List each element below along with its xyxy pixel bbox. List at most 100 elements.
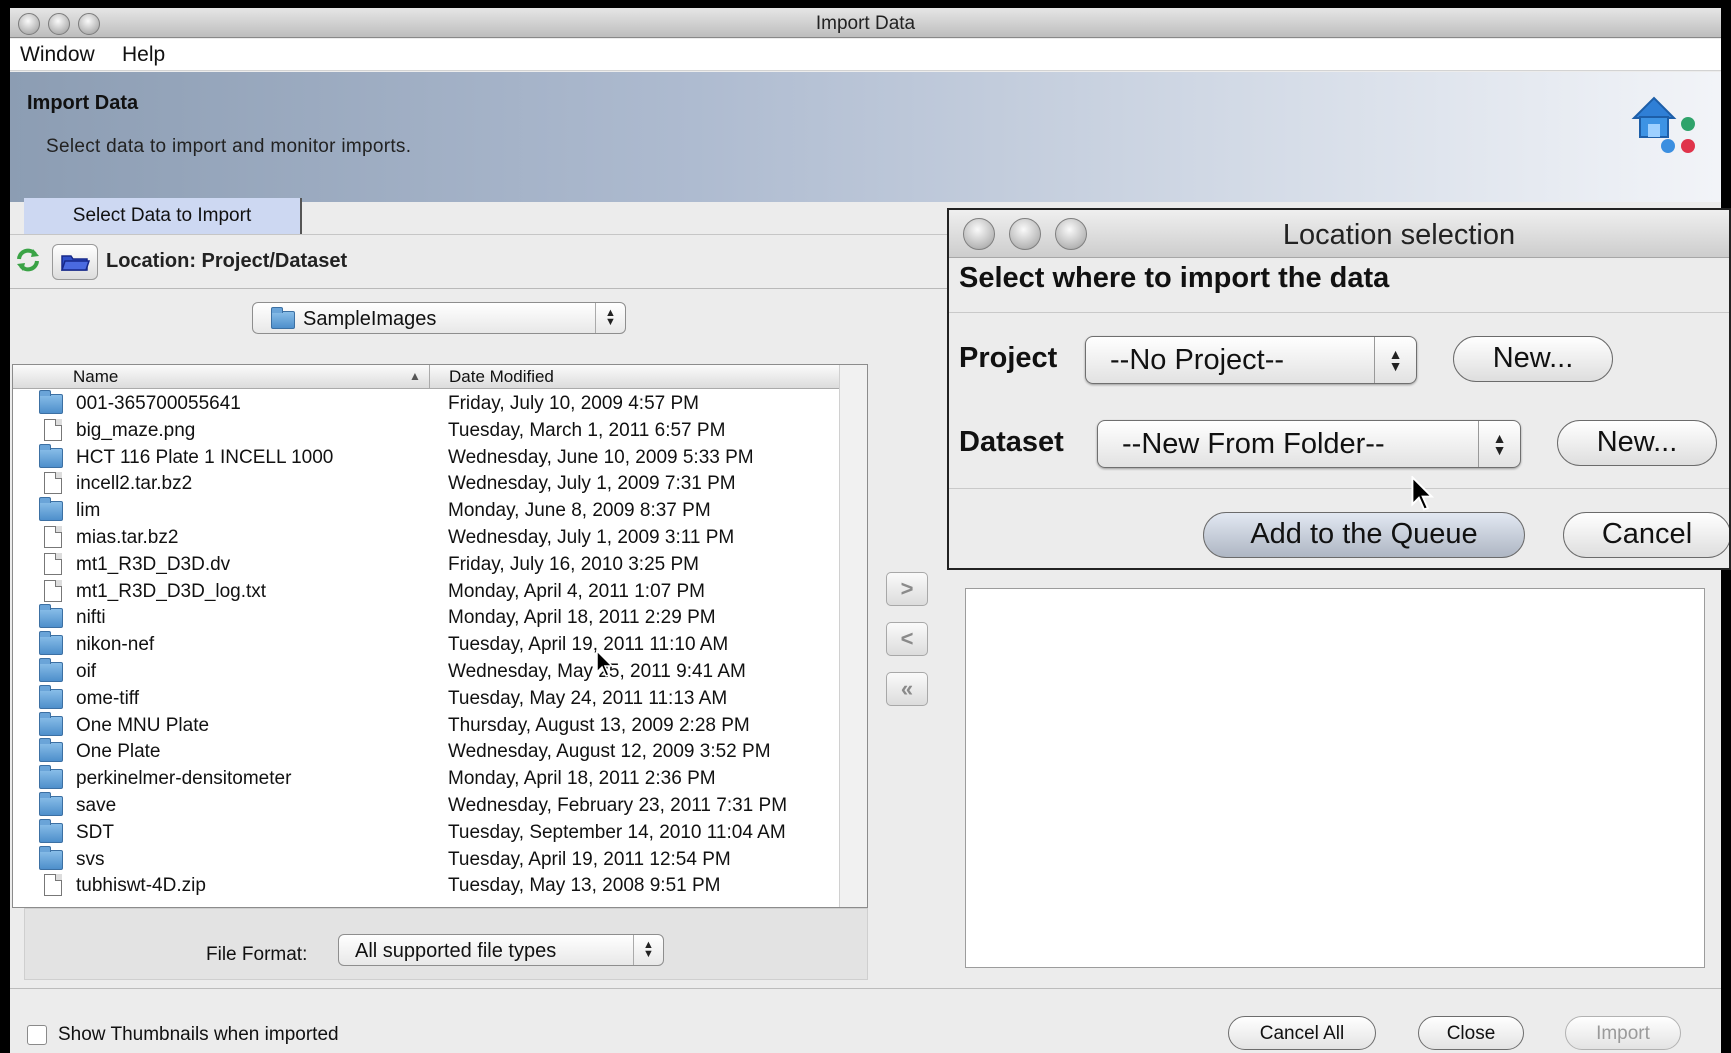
dialog-cancel-button[interactable]: Cancel: [1563, 512, 1729, 558]
file-date-modified: Thursday, August 13, 2009 2:28 PM: [448, 714, 750, 736]
file-icon: [44, 526, 62, 548]
banner-description: Select data to import and monitor import…: [46, 136, 412, 157]
table-row[interactable]: One MNU Plate Thursday, August 13, 2009 2…: [13, 711, 839, 739]
file-date-modified: Tuesday, September 14, 2010 11:04 AM: [448, 821, 786, 843]
new-project-button[interactable]: New...: [1453, 336, 1613, 382]
remove-all-arrow-button[interactable]: «: [886, 672, 928, 706]
file-name: oif: [76, 661, 97, 682]
folder-icon: [39, 765, 63, 790]
table-row[interactable]: nifti Monday, April 18, 2011 2:29 PM: [13, 604, 839, 631]
file-date-modified: Monday, April 18, 2011 2:29 PM: [448, 607, 716, 629]
image-file-icon: [44, 552, 62, 575]
location-selection-dialog: Location selection Select where to impor…: [947, 208, 1731, 570]
tab-select-data[interactable]: Select Data to Import: [24, 198, 302, 234]
file-name: One Plate: [76, 741, 161, 763]
dialog-divider-bottom: [949, 488, 1729, 489]
chevron-right-icon: >: [900, 576, 914, 601]
table-row[interactable]: big_maze.png Tuesday, March 1, 2011 6:57 …: [13, 417, 839, 444]
bottom-divider: [10, 988, 1721, 989]
cancel-all-button[interactable]: Cancel All: [1228, 1016, 1376, 1050]
file-name: perkinelmer-densitometer: [76, 768, 292, 790]
file-name: big_maze.png: [76, 419, 196, 441]
menu-help[interactable]: Help: [122, 43, 165, 67]
folder-select[interactable]: SampleImages ▲ ▼: [252, 302, 626, 334]
remove-from-queue-arrow-button[interactable]: <: [886, 622, 928, 656]
show-thumbnails-checkbox[interactable]: [27, 1025, 47, 1045]
table-row[interactable]: HCT 116 Plate 1 INCELL 1000 Wednesday, Ju…: [13, 443, 839, 471]
table-row[interactable]: One Plate Wednesday, August 12, 2009 3:52…: [13, 738, 839, 765]
table-row[interactable]: ome-tiff Tuesday, May 24, 2011 11:13 AM: [13, 684, 839, 712]
file-date-modified: Tuesday, April 19, 2011 12:54 PM: [448, 848, 731, 870]
dataset-select[interactable]: --New From Folder-- ▲ ▼: [1097, 420, 1521, 468]
double-chevron-left-icon: «: [900, 676, 914, 701]
table-row[interactable]: nikon-nef Tuesday, April 19, 2011 11:10 A…: [13, 631, 839, 658]
chevron-updown-icon: ▲ ▼: [1374, 337, 1416, 383]
table-row[interactable]: mias.tar.bz2 Wednesday, July 1, 2009 3:11…: [13, 524, 839, 551]
file-date-modified: Wednesday, June 10, 2009 5:33 PM: [448, 446, 754, 468]
dialog-heading: Select where to import the data: [959, 262, 1390, 294]
menu-bar: Window Help: [10, 39, 1721, 71]
project-select[interactable]: --No Project-- ▲ ▼: [1085, 336, 1417, 384]
chevron-updown-icon: ▲ ▼: [633, 935, 663, 965]
file-name: nifti: [76, 607, 106, 629]
column-header-name[interactable]: Name: [73, 367, 118, 387]
file-date-modified: Friday, July 16, 2010 3:25 PM: [448, 553, 699, 575]
project-select-value: --No Project--: [1110, 344, 1285, 376]
dataset-select-value: --New From Folder--: [1122, 428, 1385, 460]
title-bar: Import Data: [10, 8, 1721, 38]
table-row[interactable]: mt1_R3D_D3D_log.txt Monday, April 4, 2011…: [13, 578, 839, 605]
dialog-divider: [949, 312, 1729, 313]
show-thumbnails-label: Show Thumbnails when imported: [58, 1024, 339, 1045]
table-row[interactable]: 001-365700055641 Friday, July 10, 2009 4:…: [13, 390, 839, 417]
folder-icon: [271, 307, 295, 329]
location-label: Location: Project/Dataset: [106, 250, 348, 272]
sort-ascending-icon: ▲: [409, 369, 421, 383]
folder-icon: [39, 845, 63, 870]
table-row[interactable]: oif Wednesday, May 25, 2011 9:41 AM: [13, 658, 839, 685]
import-button[interactable]: Import: [1565, 1016, 1681, 1050]
file-date-modified: Tuesday, May 13, 2008 9:51 PM: [448, 875, 721, 897]
column-header-date-modified[interactable]: Date Modified: [449, 367, 554, 387]
folder-icon: [39, 497, 63, 522]
table-row[interactable]: incell2.tar.bz2 Wednesday, July 1, 2009 7…: [13, 470, 839, 497]
add-to-queue-button[interactable]: Add to the Queue: [1203, 512, 1525, 558]
file-name: mt1_R3D_D3D.dv: [76, 553, 231, 575]
folder-icon: [39, 658, 63, 682]
choose-location-button[interactable]: [52, 244, 98, 280]
file-name: save: [76, 795, 117, 816]
file-date-modified: Tuesday, May 24, 2011 11:13 AM: [448, 687, 728, 709]
file-date-modified: Tuesday, March 1, 2011 6:57 PM: [448, 419, 726, 441]
table-row[interactable]: svs Tuesday, April 19, 2011 12:54 PM: [13, 845, 839, 873]
file-name: ome-tiff: [76, 687, 140, 709]
file-name: One MNU Plate: [76, 714, 210, 736]
table-row[interactable]: SDT Tuesday, September 14, 2010 11:04 AM: [13, 818, 839, 846]
project-label: Project: [959, 342, 1058, 374]
table-row[interactable]: tubhiswt-4D.zip Tuesday, May 13, 2008 9:5…: [13, 872, 839, 899]
file-name: svs: [76, 848, 105, 870]
file-date-modified: Wednesday, July 1, 2009 7:31 PM: [448, 473, 736, 495]
window-title: Import Data: [815, 13, 916, 34]
table-row[interactable]: mt1_R3D_D3D.dv Friday, July 16, 2010 3:25…: [13, 551, 839, 578]
table-row[interactable]: perkinelmer-densitometer Monday, April 18…: [13, 765, 839, 792]
refresh-icon[interactable]: [14, 246, 42, 274]
folder-icon: [39, 390, 63, 414]
file-date-modified: Wednesday, August 12, 2009 3:52 PM: [448, 741, 771, 763]
file-date-modified: Monday, April 18, 2011 2:36 PM: [448, 768, 716, 790]
file-name: tubhiswt-4D.zip: [76, 875, 206, 897]
close-button[interactable]: Close: [1418, 1016, 1524, 1050]
menu-window[interactable]: Window: [20, 43, 95, 67]
table-row[interactable]: save Wednesday, February 23, 2011 7:31 PM: [13, 792, 839, 819]
file-date-modified: Wednesday, July 1, 2009 3:11 PM: [448, 527, 735, 548]
dataset-label: Dataset: [959, 426, 1064, 458]
file-name: 001-365700055641: [76, 393, 241, 414]
add-to-queue-arrow-button[interactable]: >: [886, 572, 928, 606]
app-logo-icon: [1631, 96, 1695, 153]
new-dataset-button[interactable]: New...: [1557, 420, 1717, 466]
file-name: mias.tar.bz2: [76, 527, 179, 548]
vertical-scrollbar[interactable]: [839, 365, 867, 907]
dialog-title: Location selection: [1282, 219, 1516, 251]
file-date-modified: Monday, April 4, 2011 1:07 PM: [448, 580, 706, 602]
file-table: Name ▲ Date Modified 001-365700055641 Fri…: [12, 364, 868, 908]
table-row[interactable]: lim Monday, June 8, 2009 8:37 PM: [13, 497, 839, 524]
file-format-select[interactable]: All supported file types ▲ ▼: [338, 934, 664, 966]
